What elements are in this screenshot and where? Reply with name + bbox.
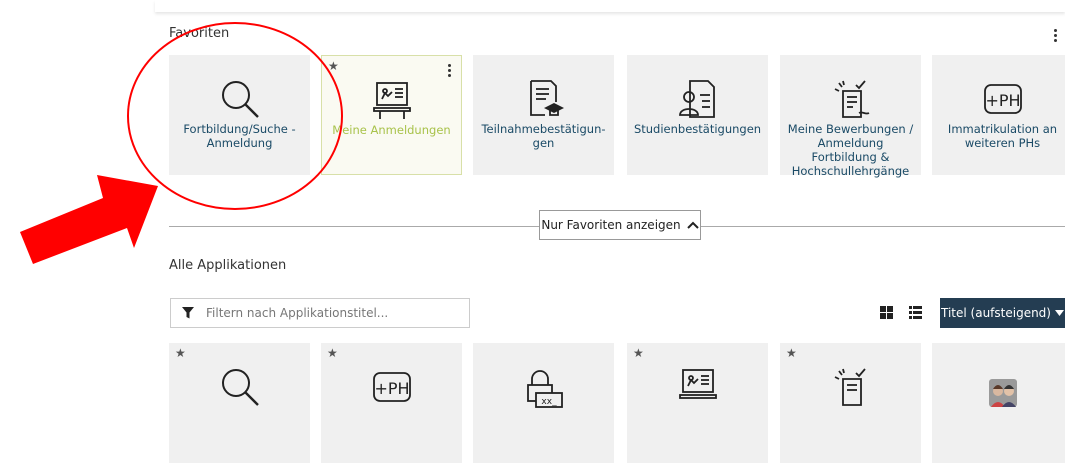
tile-label: Meine Bewerbungen / Anmeldung Fortbildun… bbox=[787, 122, 914, 178]
svg-text:xx_: xx_ bbox=[541, 397, 557, 407]
favorites-menu-kebab-icon[interactable] bbox=[1054, 29, 1058, 42]
caret-down-icon bbox=[1054, 310, 1064, 316]
chevron-up-icon bbox=[686, 221, 699, 229]
tile-menu-kebab-icon[interactable] bbox=[448, 64, 452, 77]
application-hand-icon bbox=[829, 365, 873, 409]
divider-right bbox=[701, 226, 1065, 227]
star-icon[interactable]: ★ bbox=[327, 347, 338, 359]
filter-icon bbox=[182, 307, 194, 319]
document-person-icon bbox=[676, 77, 720, 121]
fav-tile-meine-bewerbungen[interactable]: Meine Bewerbungen / Anmeldung Fortbildun… bbox=[780, 55, 921, 178]
star-icon[interactable]: ★ bbox=[175, 347, 186, 359]
header-bar bbox=[155, 0, 1065, 12]
list-view-icon[interactable] bbox=[909, 306, 922, 319]
toggle-label: Nur Favoriten anzeigen bbox=[541, 218, 681, 232]
tile-label: Teilnahmebestätigun­gen bbox=[481, 122, 606, 150]
presentation-board-icon bbox=[676, 365, 720, 409]
app-tile[interactable]: ★ bbox=[627, 343, 768, 463]
app-tile[interactable] bbox=[932, 343, 1065, 463]
red-arrow-icon bbox=[20, 175, 158, 264]
sort-dropdown-button[interactable]: Titel (aufsteigend) bbox=[940, 298, 1065, 328]
magnifier-icon bbox=[218, 365, 262, 409]
all-apps-title: Alle Applikationen bbox=[169, 258, 287, 273]
fav-tile-teilnahmebestaetigungen[interactable]: Teilnahmebestätigun­gen bbox=[473, 55, 614, 175]
user-avatars-icon bbox=[981, 365, 1025, 409]
app-tile[interactable]: ★ +PH bbox=[321, 343, 462, 463]
divider-left bbox=[169, 226, 539, 227]
svg-text:+PH: +PH bbox=[374, 379, 409, 398]
svg-text:+PH: +PH bbox=[985, 91, 1020, 110]
app-tile[interactable]: ★ bbox=[780, 343, 921, 463]
lock-password-icon: xx_ bbox=[522, 365, 566, 409]
filter-box[interactable] bbox=[170, 298, 470, 328]
star-icon[interactable]: ★ bbox=[633, 347, 644, 359]
tile-label: Immatrikulation an weiteren PHs bbox=[947, 122, 1058, 150]
tile-label: Studienbestätigungen bbox=[633, 122, 762, 136]
ph-plus-icon: +PH bbox=[370, 365, 414, 409]
grid-view-icon[interactable] bbox=[880, 306, 893, 319]
favorites-toggle-button[interactable]: Nur Favoriten anzeigen bbox=[539, 210, 701, 240]
application-hand-icon bbox=[829, 77, 873, 121]
presentation-board-icon bbox=[370, 78, 414, 122]
filter-input[interactable] bbox=[204, 305, 469, 321]
star-icon[interactable]: ★ bbox=[786, 347, 797, 359]
app-tile[interactable]: ★ bbox=[169, 343, 310, 463]
sort-label: Titel (aufsteigend) bbox=[941, 306, 1051, 320]
ph-plus-icon: +PH bbox=[981, 77, 1025, 121]
app-tile[interactable]: xx_ bbox=[473, 343, 614, 463]
fav-tile-immatrikulation[interactable]: +PH Immatrikulation an weiteren PHs bbox=[932, 55, 1065, 175]
fav-tile-studienbestaetigungen[interactable]: Studienbestätigungen bbox=[627, 55, 768, 175]
document-graduation-icon bbox=[522, 77, 566, 121]
